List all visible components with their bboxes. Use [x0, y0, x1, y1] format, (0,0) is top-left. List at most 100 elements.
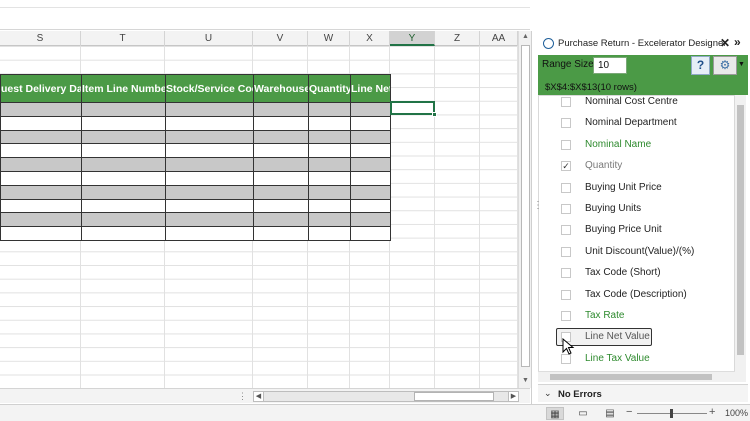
checked-checkbox[interactable]: ✓	[561, 161, 571, 172]
table-cell[interactable]	[81, 143, 166, 159]
table-cell[interactable]	[308, 212, 351, 228]
table-cell[interactable]	[308, 170, 351, 186]
table-cell[interactable]	[165, 198, 254, 214]
pane-resize-handle[interactable]: ⋮	[533, 200, 543, 222]
table-cell[interactable]	[253, 170, 309, 186]
table-cell[interactable]	[350, 184, 391, 200]
normal-view-icon[interactable]: ▦	[546, 407, 564, 420]
table-cell[interactable]	[253, 157, 309, 172]
table-cell[interactable]	[253, 115, 309, 131]
field-list-horizontal-scrollbar[interactable]	[538, 371, 735, 382]
field-list-item[interactable]: Nominal Name	[539, 135, 734, 156]
table-cell[interactable]	[81, 198, 166, 214]
table-cell[interactable]	[253, 212, 309, 228]
table-cell[interactable]	[0, 143, 82, 159]
table-cell[interactable]	[308, 115, 351, 131]
table-header-cell[interactable]: uest Delivery Date	[0, 74, 82, 103]
vertical-scrollbar[interactable]: ▲ ▼	[518, 31, 531, 388]
table-cell[interactable]	[165, 143, 254, 159]
checkbox[interactable]	[561, 182, 571, 193]
table-cell[interactable]	[308, 198, 351, 214]
chevron-down-icon[interactable]: ▼	[738, 61, 745, 68]
field-list-item[interactable]: Unit Discount(Value)/(%)	[539, 242, 734, 263]
table-cell[interactable]	[0, 226, 82, 241]
table-cell[interactable]	[0, 170, 82, 186]
table-cell[interactable]	[308, 129, 351, 145]
field-list-item[interactable]: Tax Code (Description)	[539, 285, 734, 306]
checkbox[interactable]	[561, 97, 571, 107]
table-cell[interactable]	[165, 212, 254, 228]
table-cell[interactable]	[350, 102, 391, 117]
table-cell[interactable]	[350, 157, 391, 172]
table-cell[interactable]	[81, 129, 166, 145]
vertical-scroll-thumb[interactable]	[521, 45, 530, 367]
column-header-s[interactable]: S	[0, 31, 81, 46]
table-cell[interactable]	[165, 170, 254, 186]
table-cell[interactable]	[81, 212, 166, 228]
column-header-t[interactable]: T	[81, 31, 165, 46]
fill-handle[interactable]	[432, 112, 437, 117]
horizontal-scroll-thumb[interactable]	[414, 392, 494, 401]
table-cell[interactable]	[165, 129, 254, 145]
table-cell[interactable]	[165, 226, 254, 241]
table-header-cell[interactable]: Item Line Number	[81, 74, 166, 103]
field-list-item[interactable]: Nominal Cost Centre	[539, 96, 734, 113]
field-list-item[interactable]: Nominal Department	[539, 113, 734, 134]
table-cell[interactable]	[165, 157, 254, 172]
table-cell[interactable]	[308, 143, 351, 159]
table-cell[interactable]	[253, 198, 309, 214]
column-header-y[interactable]: Y	[390, 31, 435, 46]
horizontal-scrollbar[interactable]	[264, 391, 508, 402]
table-cell[interactable]	[0, 212, 82, 228]
checkbox[interactable]	[561, 289, 571, 300]
table-cell[interactable]	[350, 115, 391, 131]
column-header-u[interactable]: U	[165, 31, 253, 46]
range-size-input[interactable]	[593, 57, 627, 74]
table-cell[interactable]	[165, 102, 254, 117]
table-header-cell[interactable]: Quantity	[308, 74, 351, 103]
table-cell[interactable]	[81, 184, 166, 200]
table-cell[interactable]	[308, 184, 351, 200]
field-list-scroll-thumb[interactable]	[737, 105, 744, 355]
field-list-item[interactable]: Tax Rate	[539, 306, 734, 327]
table-cell[interactable]	[0, 184, 82, 200]
settings-gear-icon[interactable]: ⚙	[713, 56, 737, 75]
formula-bar[interactable]	[0, 8, 530, 30]
table-header-cell[interactable]: Warehouse	[253, 74, 309, 103]
table-cell[interactable]	[253, 102, 309, 117]
tab-splitter-icon[interactable]: ⋮	[238, 390, 247, 402]
table-cell[interactable]	[0, 198, 82, 214]
zoom-out-icon[interactable]: −	[626, 406, 632, 418]
table-cell[interactable]	[253, 184, 309, 200]
table-header-cell[interactable]: Stock/Service Code	[165, 74, 254, 103]
table-cell[interactable]	[81, 115, 166, 131]
table-cell[interactable]	[253, 143, 309, 159]
scroll-left-arrow-icon[interactable]: ◀	[253, 391, 264, 402]
pane-options-icon[interactable]: »	[734, 35, 741, 49]
table-cell[interactable]	[308, 157, 351, 172]
table-cell[interactable]	[0, 157, 82, 172]
table-cell[interactable]	[350, 212, 391, 228]
table-cell[interactable]	[81, 102, 166, 117]
help-button[interactable]: ?	[691, 56, 710, 75]
table-cell[interactable]	[350, 198, 391, 214]
table-cell[interactable]	[0, 102, 82, 117]
table-cell[interactable]	[253, 226, 309, 241]
table-cell[interactable]	[0, 115, 82, 131]
table-header-cell[interactable]: Line Net	[350, 74, 391, 103]
column-header-v[interactable]: V	[253, 31, 308, 46]
table-cell[interactable]	[81, 170, 166, 186]
table-cell[interactable]	[350, 143, 391, 159]
table-cell[interactable]	[165, 115, 254, 131]
chevron-down-icon[interactable]: ⌄	[544, 388, 552, 399]
checkbox[interactable]	[561, 311, 571, 321]
column-header-x[interactable]: X	[350, 31, 390, 46]
field-list-item[interactable]: Buying Unit Price	[539, 178, 734, 199]
checkbox[interactable]	[561, 225, 571, 236]
zoom-slider-thumb[interactable]	[670, 409, 673, 418]
table-cell[interactable]	[350, 129, 391, 145]
checkbox[interactable]	[561, 139, 571, 150]
zoom-in-icon[interactable]: +	[709, 406, 715, 418]
table-cell[interactable]	[308, 102, 351, 117]
selected-cell[interactable]	[390, 101, 435, 115]
